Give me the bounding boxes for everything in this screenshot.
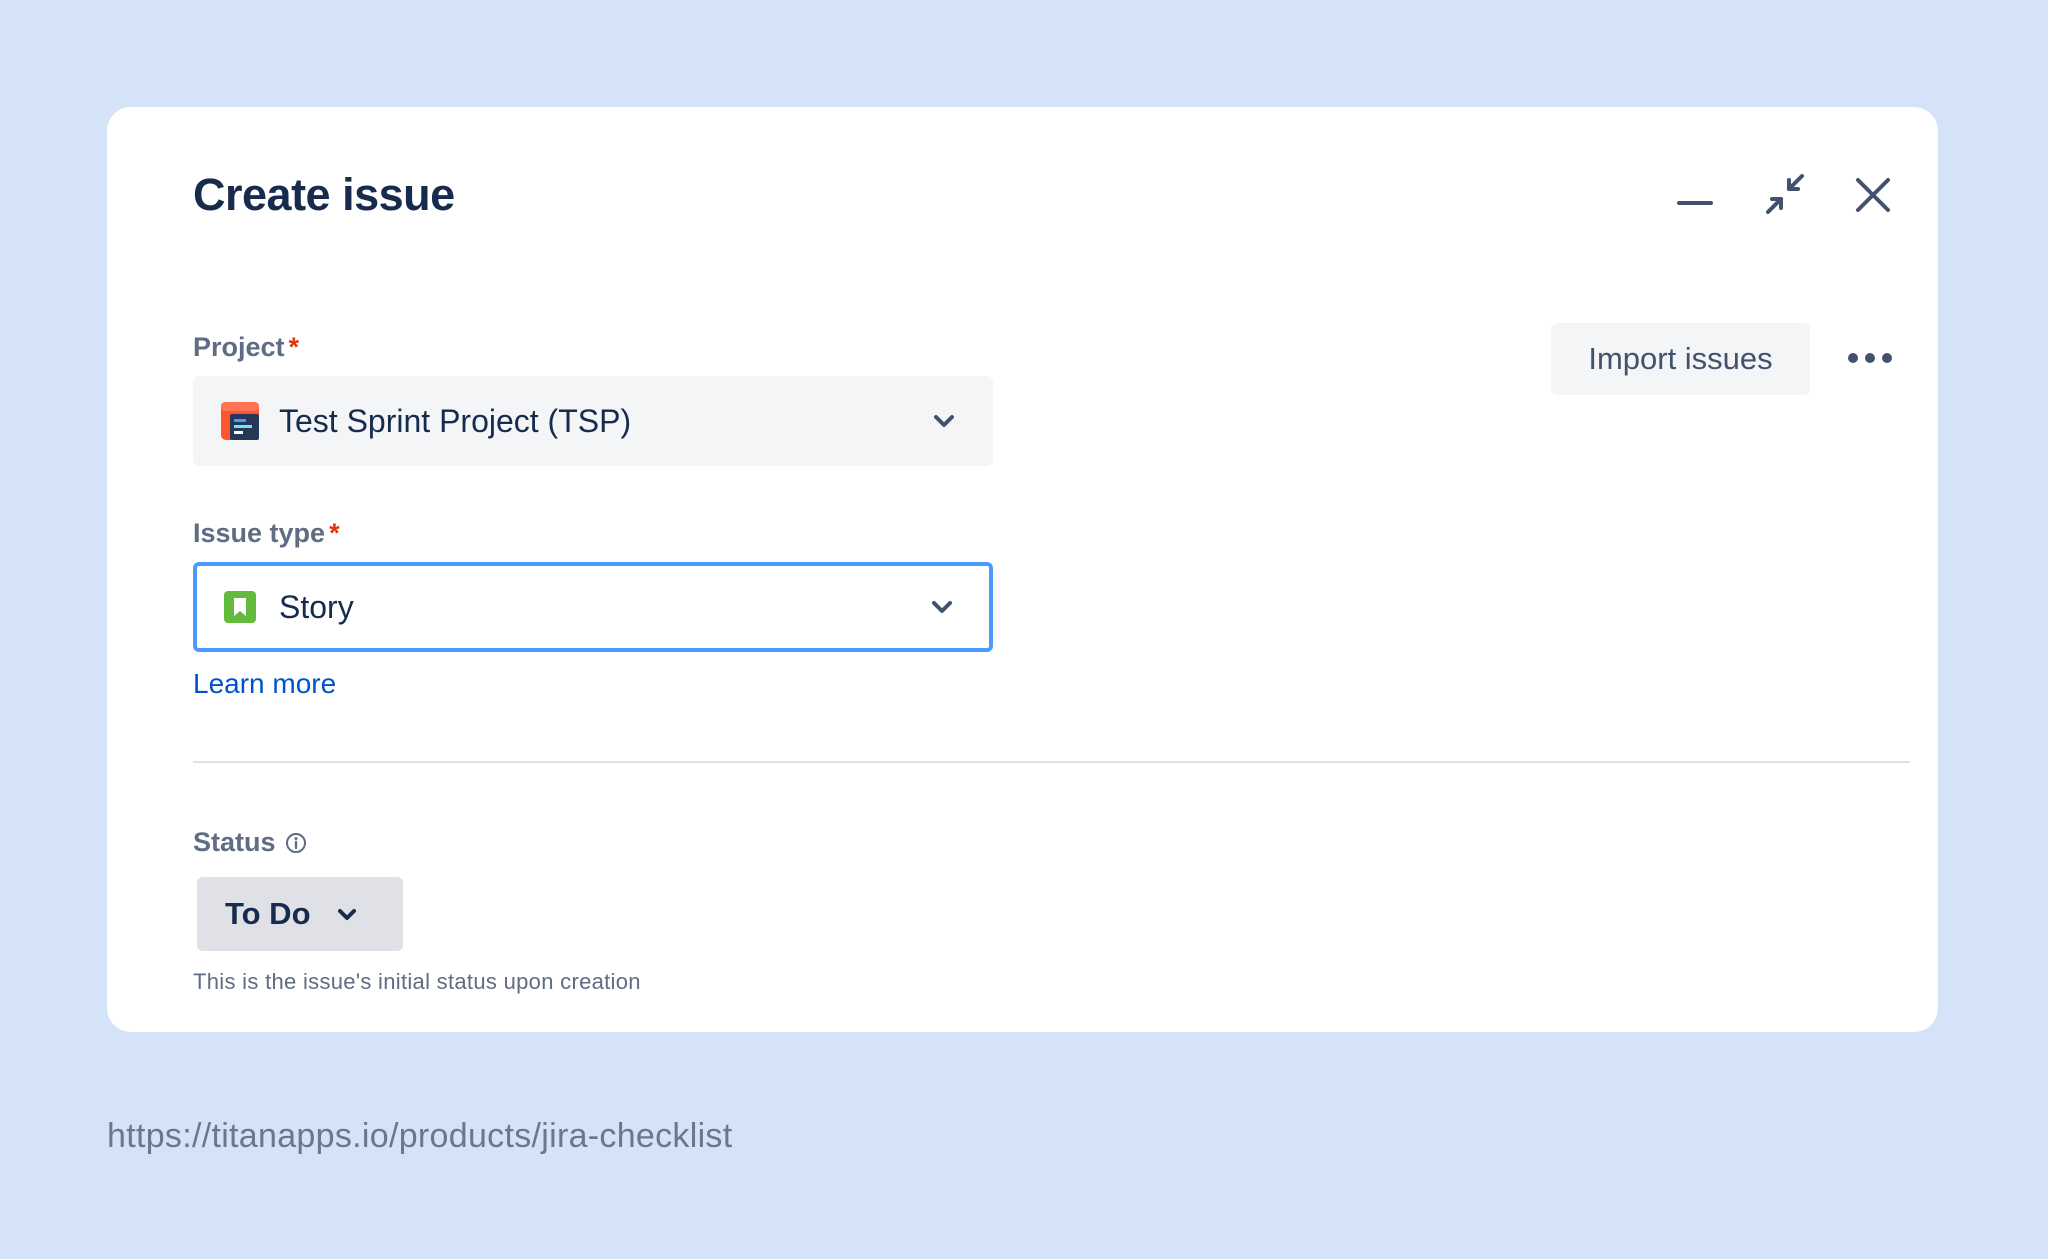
issue-type-label: Issue type * — [193, 518, 340, 549]
collapse-icon — [1762, 172, 1808, 218]
required-marker: * — [329, 518, 340, 548]
import-issues-button[interactable]: Import issues — [1551, 323, 1810, 395]
status-dropdown[interactable]: To Do — [197, 877, 403, 951]
chevron-down-icon — [333, 900, 361, 928]
section-divider — [193, 761, 1910, 763]
issue-type-value: Story — [279, 588, 354, 625]
project-select[interactable]: Test Sprint Project (TSP) — [193, 376, 993, 466]
chevron-down-icon — [927, 592, 957, 622]
status-label: Status — [193, 827, 308, 858]
project-label: Project * — [193, 332, 299, 363]
minimize-icon — [1675, 175, 1715, 215]
source-url: https://titanapps.io/products/jira-check… — [107, 1117, 733, 1155]
close-icon — [1853, 175, 1893, 215]
status-label-text: Status — [193, 827, 276, 857]
issue-type-select[interactable]: Story — [193, 562, 993, 652]
dialog-title: Create issue — [193, 169, 455, 220]
collapse-button[interactable] — [1755, 165, 1815, 225]
required-marker: * — [288, 332, 300, 362]
info-icon[interactable] — [284, 831, 308, 855]
status-helper-text: This is the issue's initial status upon … — [193, 969, 641, 994]
chevron-down-icon — [929, 406, 959, 436]
close-button[interactable] — [1843, 165, 1903, 225]
status-value: To Do — [225, 896, 311, 931]
more-actions-button[interactable] — [1840, 333, 1900, 383]
project-label-text: Project — [193, 332, 285, 362]
more-horizontal-icon — [1847, 352, 1893, 364]
create-issue-dialog: Create issue Import issues Project * Tes… — [107, 107, 1938, 1032]
project-avatar-icon — [221, 402, 259, 440]
learn-more-link[interactable]: Learn more — [193, 668, 336, 700]
issue-type-label-text: Issue type — [193, 518, 326, 548]
story-icon — [221, 588, 259, 626]
minimize-button[interactable] — [1665, 165, 1725, 225]
project-value: Test Sprint Project (TSP) — [279, 402, 632, 439]
